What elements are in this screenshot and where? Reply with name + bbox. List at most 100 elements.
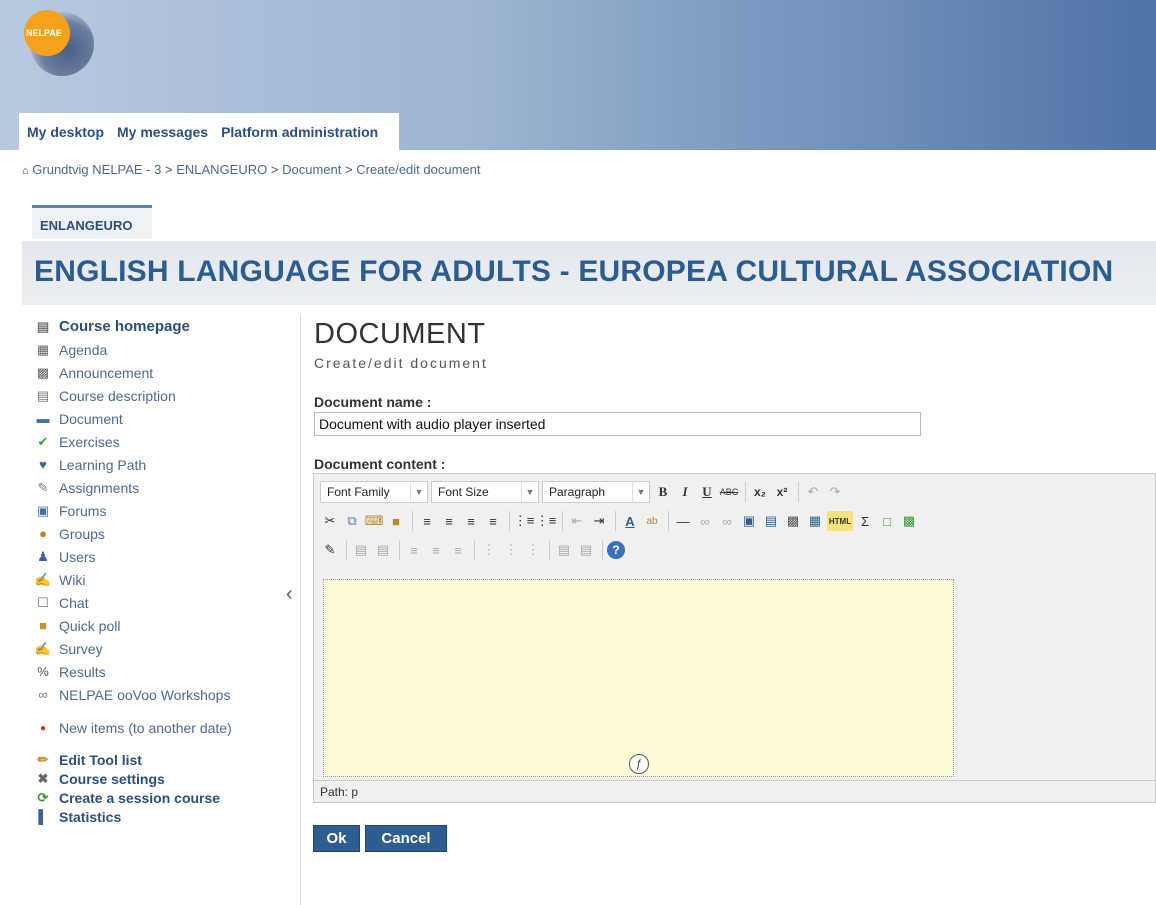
sidebar-item-survey[interactable]: ✍ Survey (22, 637, 300, 660)
split-cells-icon[interactable]: ▤ (554, 540, 574, 560)
sidebar-item-users[interactable]: ♟ Users (22, 545, 300, 568)
home-icon[interactable]: ⌂ (22, 165, 29, 177)
sidebar-item-label: New items (to another date) (59, 720, 232, 736)
sidebar-item-label: Groups (59, 525, 105, 542)
indent-icon[interactable]: ⇥ (589, 511, 609, 531)
font-family-select[interactable]: Font Family ▼ (320, 481, 428, 503)
sidebar-item-new-items[interactable]: ● New items (to another date) (22, 714, 300, 742)
breadcrumb-item-course[interactable]: Grundtvig NELPAE - 3 (32, 162, 161, 177)
format-select[interactable]: Paragraph ▼ (542, 481, 650, 503)
sidebar-item-exercises[interactable]: ✔ Exercises (22, 430, 300, 453)
outdent-icon[interactable]: ⇤ (567, 511, 587, 531)
toolbar-divider (562, 511, 563, 531)
sidebar-item-course-homepage[interactable]: ▤ Course homepage (22, 315, 300, 338)
forum-icon: ▣ (36, 502, 50, 518)
toolbar-row-2: ✂ ⧉ ⌨ ■ ≡ ≡ ≡ ≡ ⋮≡ ⋮≡ ⇤ ⇥ A ab — ∞ ∞ ▣ ▤… (320, 508, 921, 534)
sidebar-item-learning-path[interactable]: ♥ Learning Path (22, 453, 300, 476)
align-center-icon[interactable]: ≡ (439, 511, 459, 531)
font-size-select[interactable]: Font Size ▼ (431, 481, 539, 503)
course-title[interactable]: ENGLISH LANGUAGE FOR ADULTS - EUROPEA CU… (34, 255, 1113, 289)
delete-col-icon[interactable]: ⋮ (523, 540, 543, 560)
underline-icon[interactable]: U (697, 482, 717, 502)
insert-col-after-icon[interactable]: ⋮ (501, 540, 521, 560)
sidebar-item-results[interactable]: % Results (22, 660, 300, 683)
table-row-props-icon[interactable]: ▤ (351, 540, 371, 560)
wiki-icon: ✍ (34, 571, 52, 587)
sidebar-item-agenda[interactable]: ▦ Agenda (22, 338, 300, 361)
document-name-input[interactable] (314, 412, 921, 436)
sidebar-item-wiki[interactable]: ✍ Wiki (22, 568, 300, 591)
sidebar-item-course-settings[interactable]: ✖ Course settings (22, 769, 300, 788)
sidebar-item-announcement[interactable]: ▩ Announcement (22, 361, 300, 384)
numbered-list-icon[interactable]: ⋮≡ (536, 511, 557, 531)
merge-cells-icon[interactable]: ▤ (576, 540, 596, 560)
sidebar-item-course-description[interactable]: ▤ Course description (22, 384, 300, 407)
paste-word-icon[interactable]: ■ (386, 511, 406, 531)
sidebar-item-create-session-course[interactable]: ⟳ Create a session course (22, 788, 300, 807)
copy-icon[interactable]: ⧉ (342, 511, 362, 531)
toolbar-divider (549, 540, 550, 560)
insert-row-before-icon[interactable]: ≡ (404, 540, 424, 560)
horizontal-rule-icon[interactable]: — (673, 511, 693, 531)
bullet-list-icon[interactable]: ⋮≡ (514, 511, 535, 531)
text-color-icon[interactable]: A (620, 511, 640, 531)
tab-my-desktop[interactable]: My desktop (27, 124, 104, 140)
edit-css-icon[interactable]: ✎ (320, 540, 340, 560)
sigma-icon[interactable]: Σ (855, 511, 875, 531)
breadcrumb-item-document[interactable]: Document (282, 162, 341, 177)
toolbar-divider (399, 540, 400, 560)
link-icon[interactable]: ∞ (695, 511, 715, 531)
undo-icon[interactable]: ↶ (803, 482, 823, 502)
sidebar-item-label: Exercises (59, 433, 120, 450)
subscript-icon[interactable]: x₂ (750, 482, 770, 502)
breadcrumb-item-current[interactable]: Create/edit document (356, 162, 480, 177)
sidebar-item-label: Create a session course (59, 789, 221, 806)
cut-icon[interactable]: ✂ (320, 511, 340, 531)
sidebar-item-nelpae-oovoo-workshops[interactable]: ∞ NELPAE ooVoo Workshops (22, 683, 300, 706)
insert-col-before-icon[interactable]: ⋮ (479, 540, 499, 560)
italic-icon[interactable]: I (675, 482, 695, 502)
video-icon[interactable]: ▩ (783, 511, 803, 531)
bold-icon[interactable]: B (653, 482, 673, 502)
course-code-tab[interactable]: ENLANGEURO (32, 205, 152, 239)
align-left-icon[interactable]: ≡ (417, 511, 437, 531)
background-color-icon[interactable]: ab (642, 511, 662, 531)
sidebar-item-assignments[interactable]: ✎ Assignments (22, 476, 300, 499)
collapse-sidebar-icon[interactable]: ‹ (286, 583, 293, 606)
rich-text-editor: Font Family ▼ Font Size ▼ Paragraph ▼ B … (313, 473, 1156, 803)
sidebar-item-groups[interactable]: ● Groups (22, 522, 300, 545)
superscript-icon[interactable]: x² (772, 482, 792, 502)
table-icon[interactable]: ▦ (805, 511, 825, 531)
sidebar-item-statistics[interactable]: ▌ Statistics (22, 807, 300, 826)
tab-platform-administration[interactable]: Platform administration (221, 124, 378, 140)
align-justify-icon[interactable]: ≡ (483, 511, 503, 531)
ok-button[interactable]: Ok (313, 825, 360, 852)
template-icon[interactable]: □ (877, 511, 897, 531)
editor-content-area[interactable]: ƒ (323, 579, 954, 777)
sidebar-item-quick-poll[interactable]: ■ Quick poll (22, 614, 300, 637)
image-icon[interactable]: ▣ (739, 511, 759, 531)
sidebar-item-chat[interactable]: ☐ Chat (22, 591, 300, 614)
checkmark-icon: ✔ (37, 433, 49, 449)
align-right-icon[interactable]: ≡ (461, 511, 481, 531)
unlink-icon[interactable]: ∞ (717, 511, 737, 531)
sidebar-item-label: Results (59, 663, 106, 680)
paste-icon[interactable]: ⌨ (364, 511, 384, 531)
table-cell-props-icon[interactable]: ▤ (373, 540, 393, 560)
insert-row-after-icon[interactable]: ≡ (426, 540, 446, 560)
sidebar-item-edit-tool-list[interactable]: ✏ Edit Tool list (22, 750, 300, 769)
redo-icon[interactable]: ↷ (825, 482, 845, 502)
strikethrough-icon[interactable]: ABC (719, 482, 739, 502)
sidebar-item-document[interactable]: ▬ Document (22, 407, 300, 430)
groups-icon: ● (39, 526, 47, 541)
html-source-icon[interactable]: HTML (827, 511, 853, 531)
breadcrumb-item-code[interactable]: ENLANGEURO (176, 162, 267, 177)
cancel-button[interactable]: Cancel (365, 825, 447, 852)
audio-player-icon[interactable]: ƒ (629, 754, 649, 774)
delete-row-icon[interactable]: ≡ (448, 540, 468, 560)
media-icon[interactable]: ▤ (761, 511, 781, 531)
insert-file-icon[interactable]: ▩ (899, 511, 919, 531)
tab-my-messages[interactable]: My messages (117, 124, 208, 140)
help-icon[interactable]: ? (607, 541, 625, 559)
sidebar-item-forums[interactable]: ▣ Forums (22, 499, 300, 522)
